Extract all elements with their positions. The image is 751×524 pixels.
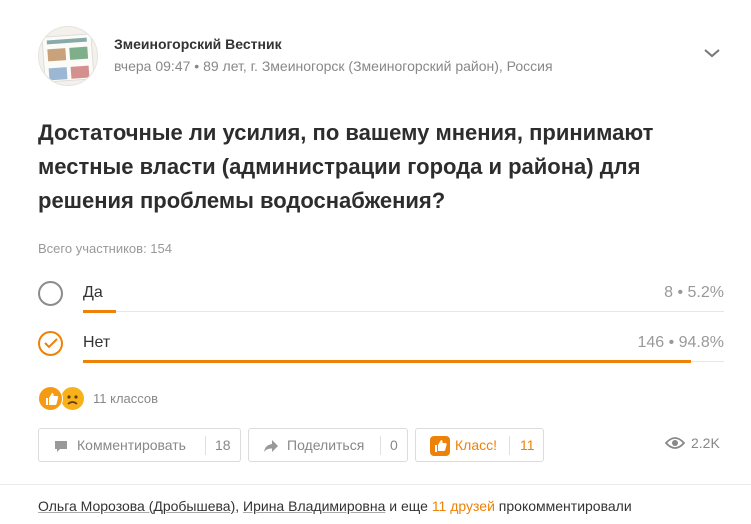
poll-option-stat: 146 • 94.8% xyxy=(637,334,724,351)
share-label: Поделиться xyxy=(287,437,365,453)
post-meta: вчера 09:47 • 89 лет, г. Змеиногорск (Зм… xyxy=(114,58,553,74)
share-button[interactable]: Поделиться 0 xyxy=(248,428,408,462)
chevron-down-icon[interactable] xyxy=(703,47,721,59)
reactions[interactable] xyxy=(38,386,88,412)
poll-option-label: Нет xyxy=(83,334,111,351)
friends-link[interactable]: 11 друзей xyxy=(432,498,495,514)
like-reaction-icon xyxy=(38,386,63,411)
poll-option-label: Да xyxy=(83,284,103,301)
newspaper-logo-icon xyxy=(41,33,95,83)
author-name[interactable]: Змеиногорский Вестник xyxy=(114,36,282,52)
comment-label: Комментировать xyxy=(77,437,186,453)
commenters-line: Ольга Морозова (Дробышева), Ирина Владим… xyxy=(38,498,632,514)
radio-icon[interactable] xyxy=(38,281,63,306)
poll-option[interactable]: Нет 146 • 94.8% xyxy=(38,331,724,365)
views-count: 2.2K xyxy=(691,435,720,451)
klass-count: 11 xyxy=(520,437,535,453)
divider xyxy=(0,484,751,485)
klass-label: Класс! xyxy=(455,437,497,453)
share-count: 0 xyxy=(390,437,398,453)
poll-bar xyxy=(83,360,691,363)
divider xyxy=(380,436,381,455)
klass-icon xyxy=(430,436,450,456)
separator-text: , xyxy=(235,498,244,514)
klass-button[interactable]: Класс! 11 xyxy=(415,428,544,462)
divider xyxy=(509,436,510,455)
poll-question: Достаточные ли усилия, по вашему мнения,… xyxy=(38,120,654,213)
and-more-text: и еще xyxy=(385,498,432,514)
poll-total: Всего участников: 154 xyxy=(38,241,172,256)
commenter-link[interactable]: Ирина Владимировна xyxy=(243,498,385,514)
poll-bar xyxy=(83,310,116,313)
checked-radio-icon[interactable] xyxy=(38,331,63,356)
reactions-count[interactable]: 11 классов xyxy=(93,391,158,406)
poll-option-stat: 8 • 5.2% xyxy=(664,284,724,301)
eye-icon xyxy=(665,437,685,449)
poll-track xyxy=(83,311,724,312)
comment-count: 18 xyxy=(215,437,231,453)
share-arrow-icon xyxy=(264,440,278,452)
sad-reaction-icon xyxy=(60,386,85,411)
divider xyxy=(205,436,206,455)
commented-text: прокомментировали xyxy=(494,498,632,514)
poll-option[interactable]: Да 8 • 5.2% xyxy=(38,281,724,315)
commenter-link[interactable]: Ольга Морозова (Дробышева) xyxy=(38,498,235,514)
comment-icon xyxy=(55,441,67,452)
avatar[interactable] xyxy=(38,26,98,86)
comment-button[interactable]: Комментировать 18 xyxy=(38,428,241,462)
